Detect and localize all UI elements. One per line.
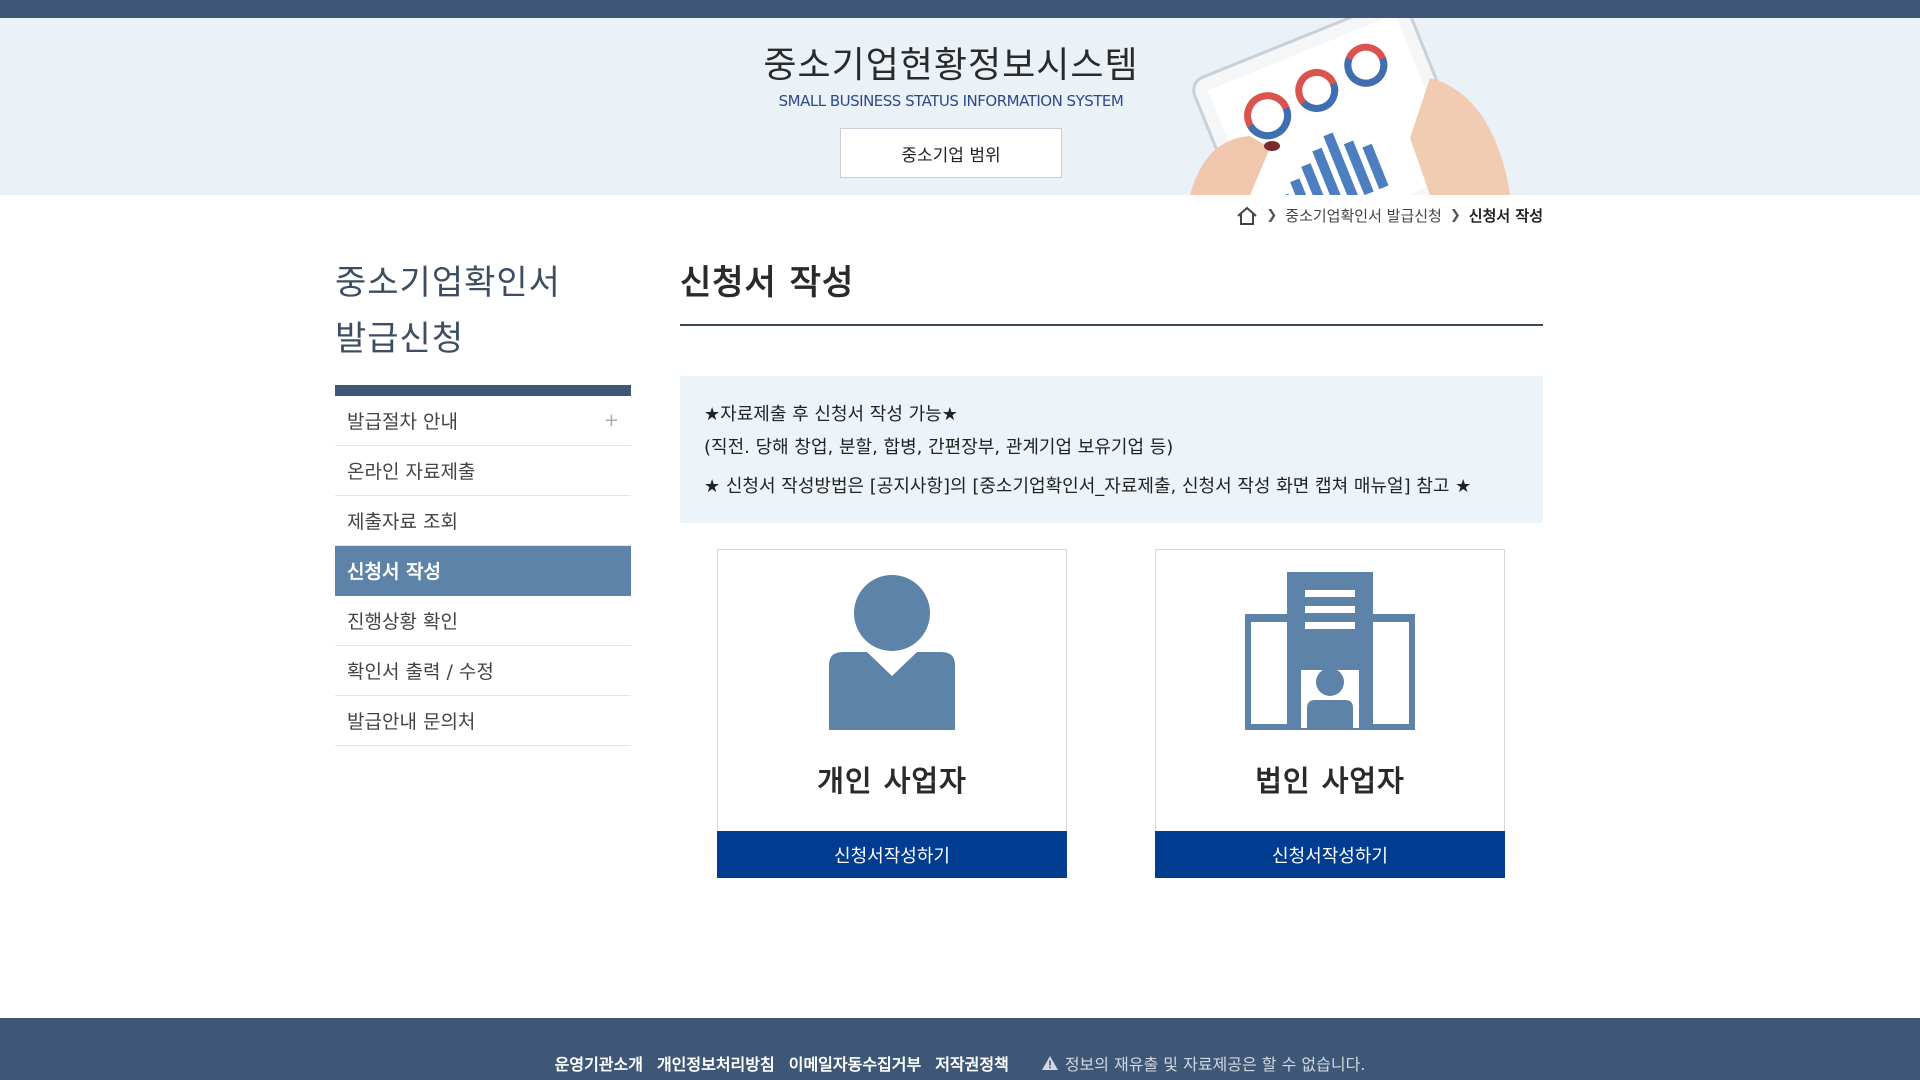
- apply-corporate-button[interactable]: 신청서작성하기: [1155, 831, 1505, 878]
- sme-range-button[interactable]: 중소기업 범위: [840, 128, 1062, 178]
- main-content: 신청서 작성 ★자료제출 후 신청서 작성 가능★ (직전. 당해 창업, 분할…: [680, 255, 1543, 889]
- sidebar-item-label: 신청서 작성: [347, 561, 442, 583]
- tablet-chart-illustration: [1190, 18, 1510, 195]
- footer-warning: 정보의 재유출 및 자료제공은 할 수 없습니다.: [1041, 1051, 1366, 1075]
- notice-line-3: ★ 신청서 작성방법은 [공지사항]의 [중소기업확인서_자료제출, 신청서 작…: [704, 476, 1472, 497]
- sidebar-title-line2: 발급신청: [335, 319, 465, 359]
- sidebar: 중소기업확인서 발급신청 발급절차 안내 + 온라인 자료제출 제출자료 조회 …: [335, 255, 631, 746]
- card-corporate-business: 법인 사업자 신청서작성하기: [1155, 549, 1505, 878]
- sidebar-item-application-form[interactable]: 신청서 작성: [335, 546, 631, 596]
- notice-line-1: ★자료제출 후 신청서 작성 가능★: [704, 404, 958, 425]
- site-title[interactable]: 중소기업현황정보시스템: [0, 36, 1902, 88]
- chevron-right-icon: ❯: [1266, 208, 1278, 223]
- header-banner: 중소기업현황정보시스템 SMALL BUSINESS STATUS INFORM…: [0, 18, 1920, 195]
- sidebar-title-line1: 중소기업확인서: [335, 263, 561, 303]
- chevron-right-icon: ❯: [1449, 208, 1461, 223]
- apply-individual-button[interactable]: 신청서작성하기: [717, 831, 1067, 878]
- footer-link-privacy[interactable]: 개인정보처리방침: [657, 1051, 775, 1075]
- sidebar-item-label: 진행상황 확인: [347, 611, 458, 633]
- breadcrumb-item-issue[interactable]: 중소기업확인서 발급신청: [1285, 205, 1442, 226]
- sidebar-item-label: 발급절차 안내: [347, 411, 458, 433]
- footer-link-copyright[interactable]: 저작권정책: [935, 1051, 1009, 1075]
- sidebar-divider: [335, 385, 631, 396]
- sidebar-item-label: 제출자료 조회: [347, 511, 458, 533]
- footer-warning-text: 정보의 재유출 및 자료제공은 할 수 없습니다.: [1064, 1055, 1366, 1074]
- page-title: 신청서 작성: [680, 255, 1543, 326]
- footer-link-organization[interactable]: 운영기관소개: [555, 1051, 643, 1075]
- sidebar-item-label: 온라인 자료제출: [347, 461, 476, 483]
- top-stripe: [0, 0, 1920, 18]
- applicant-type-cards: 개인 사업자 신청서작성하기 법인 사업자 신청서작성하기: [680, 549, 1543, 889]
- sidebar-menu: 발급절차 안내 + 온라인 자료제출 제출자료 조회 신청서 작성 진행상황 확…: [335, 396, 631, 746]
- sidebar-item-contact[interactable]: 발급안내 문의처: [335, 696, 631, 746]
- notice-box: ★자료제출 후 신청서 작성 가능★ (직전. 당해 창업, 분할, 합병, 간…: [680, 376, 1543, 523]
- sidebar-item-submitted-lookup[interactable]: 제출자료 조회: [335, 496, 631, 546]
- footer-link-email-refusal[interactable]: 이메일자동수집거부: [789, 1051, 921, 1075]
- breadcrumb-item-current: 신청서 작성: [1468, 207, 1543, 225]
- building-icon: [1245, 572, 1415, 730]
- sidebar-item-label: 발급안내 문의처: [347, 711, 476, 733]
- notice-line-2: (직전. 당해 창업, 분할, 합병, 간편장부, 관계기업 보유기업 등): [704, 437, 1174, 458]
- person-icon: [829, 575, 955, 730]
- site-subtitle: SMALL BUSINESS STATUS INFORMATION SYSTEM: [778, 92, 1124, 110]
- sidebar-item-online-submit[interactable]: 온라인 자료제출: [335, 446, 631, 496]
- card-individual-business: 개인 사업자 신청서작성하기: [717, 549, 1067, 878]
- footer: 운영기관소개 개인정보처리방침 이메일자동수집거부 저작권정책 정보의 재유출 …: [0, 1018, 1920, 1080]
- card-label: 개인 사업자: [817, 764, 967, 798]
- home-icon[interactable]: [1236, 206, 1258, 226]
- plus-icon[interactable]: +: [604, 410, 619, 431]
- breadcrumb: ❯ 중소기업확인서 발급신청 ❯ 신청서 작성: [1236, 205, 1543, 226]
- warning-icon: [1041, 1056, 1058, 1070]
- sidebar-item-progress-check[interactable]: 진행상황 확인: [335, 596, 631, 646]
- sidebar-item-certificate-print[interactable]: 확인서 출력 / 수정: [335, 646, 631, 696]
- sidebar-title: 중소기업확인서 발급신청: [335, 255, 631, 367]
- sidebar-item-label: 확인서 출력 / 수정: [347, 661, 494, 683]
- card-label: 법인 사업자: [1255, 764, 1405, 798]
- sidebar-item-issue-procedure[interactable]: 발급절차 안내 +: [335, 396, 631, 446]
